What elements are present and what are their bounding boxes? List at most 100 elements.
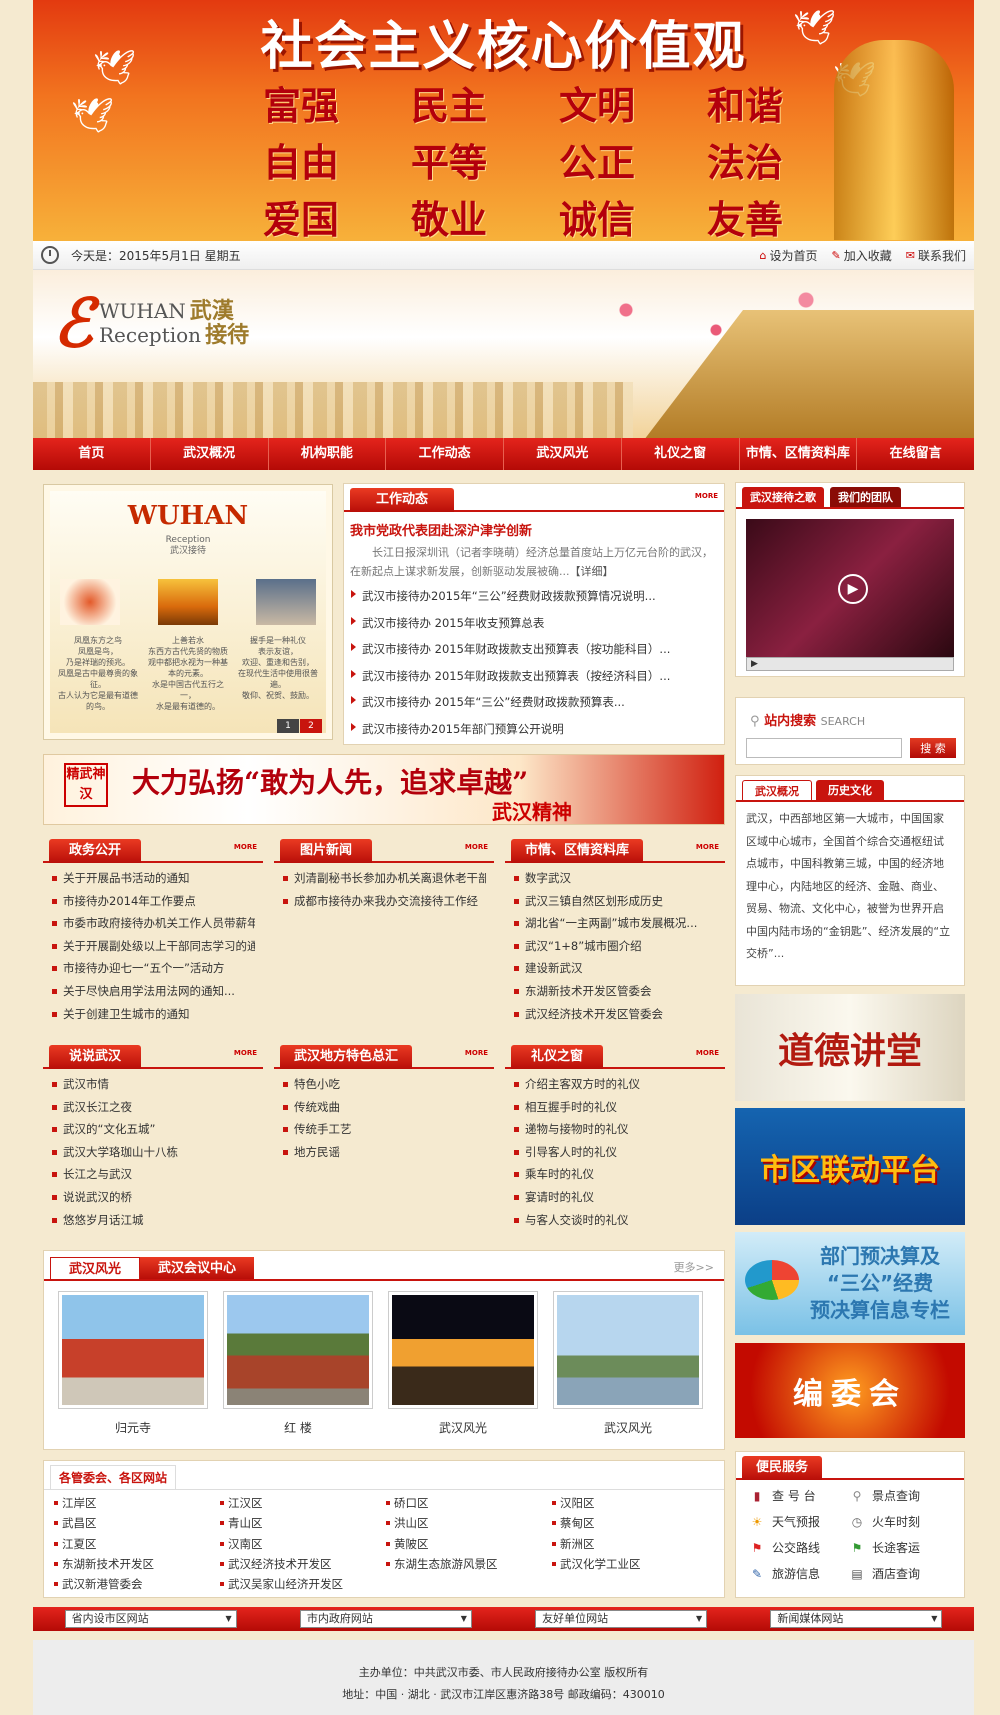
gallery-item[interactable]: 武汉风光 — [388, 1291, 538, 1436]
service-phone[interactable]: ▮ 查 号 台 — [750, 1486, 850, 1506]
slideshow[interactable]: WUHAN Reception 武汉接待 凤凰东方之鸟 凤凰是鸟， 乃是祥瑞的预… — [43, 484, 333, 740]
tab-song[interactable]: 武汉接待之歌 — [742, 487, 824, 507]
district-link[interactable]: 汉南区 — [218, 1534, 384, 1554]
list-item[interactable]: 介绍主客双方时的礼仪 — [513, 1073, 717, 1096]
section-tab[interactable]: 政务公开 — [49, 839, 142, 863]
video-controls[interactable]: ▶ — [746, 657, 954, 671]
service-bus[interactable]: ⚑ 公交路线 — [750, 1538, 850, 1558]
tab-overview[interactable]: 武汉概况 — [742, 780, 812, 800]
service-attraction[interactable]: ⚲ 景点查询 — [850, 1486, 950, 1506]
nav-etiquette[interactable]: 礼仪之窗 — [622, 438, 740, 470]
district-link[interactable]: 东湖新技术开发区 — [52, 1554, 218, 1574]
gallery-item[interactable]: 归元寺 — [58, 1291, 208, 1436]
section-tab[interactable]: 说说武汉 — [49, 1045, 142, 1069]
contact-label[interactable]: 联系我们 — [918, 247, 966, 264]
list-item[interactable]: 武汉的“文化五城” — [51, 1118, 255, 1141]
district-link[interactable]: 新洲区 — [550, 1534, 716, 1554]
more-link[interactable]: MORE — [696, 843, 719, 851]
more-link[interactable]: MORE — [234, 1049, 257, 1057]
district-link[interactable]: 江夏区 — [52, 1534, 218, 1554]
nav-work-news[interactable]: 工作动态 — [386, 438, 504, 470]
list-item[interactable]: 成都市接待办来我办交流接待工作经 — [282, 890, 486, 913]
district-link[interactable]: 青山区 — [218, 1513, 384, 1533]
linkage-platform-ad[interactable]: 市区联动平台 — [735, 1108, 965, 1225]
list-item[interactable]: 武汉经济技术开发区管委会 — [513, 1003, 717, 1026]
list-item[interactable]: 递物与接物时的礼仪 — [513, 1118, 717, 1141]
district-link[interactable]: 江汉区 — [218, 1493, 384, 1513]
search-button[interactable]: 搜 索 — [910, 738, 956, 758]
list-item[interactable]: 武汉市接待办2015年部门预算公开说明 — [350, 716, 718, 743]
list-item[interactable]: 武汉市情 — [51, 1073, 255, 1096]
list-item[interactable]: 市接待办2014年工作要点 — [51, 890, 255, 913]
list-item[interactable]: 市接待办迎七一“五个一”活动方 — [51, 957, 255, 980]
service-travel[interactable]: ✎ 旅游信息 — [750, 1564, 850, 1584]
list-item[interactable]: 相互握手时的礼仪 — [513, 1096, 717, 1119]
tab-scenery[interactable]: 武汉风光 — [50, 1257, 141, 1279]
budget-column-ad[interactable]: 部门预决算及 “三公”经费 预决算信息专栏 — [735, 1232, 965, 1335]
tab-history[interactable]: 历史文化 — [816, 780, 884, 800]
list-item[interactable]: 武汉市接待办 2015年收支预算总表 — [350, 610, 718, 637]
site-logo[interactable]: ℰ WUHAN 武漢 Reception 接待 — [53, 290, 249, 356]
list-item[interactable]: 武汉市接待办2015年“三公”经费财政拨款预算情况说明... — [350, 583, 718, 610]
list-item[interactable]: 传统戏曲 — [282, 1096, 486, 1119]
play-control-icon[interactable]: ▶ — [751, 659, 758, 669]
list-item[interactable]: 市委市政府接待办机关工作人员带薪年 — [51, 912, 255, 935]
gallery-item[interactable]: 红 楼 — [223, 1291, 373, 1436]
set-homepage-label[interactable]: 设为首页 — [770, 247, 818, 264]
nav-database[interactable]: 市情、区情资料库 — [740, 438, 858, 470]
list-item[interactable]: 关于创建卫生城市的通知 — [51, 1003, 255, 1026]
district-link[interactable]: 汉阳区 — [550, 1493, 716, 1513]
list-item[interactable]: 建设新武汉 — [513, 957, 717, 980]
more-link[interactable]: MORE — [695, 492, 718, 500]
list-item[interactable]: 特色小吃 — [282, 1073, 486, 1096]
gallery-item[interactable]: 武汉风光 — [553, 1291, 703, 1436]
tab-conference-center[interactable]: 武汉会议中心 — [140, 1257, 255, 1279]
add-favorite-label[interactable]: 加入收藏 — [844, 247, 892, 264]
more-link[interactable]: MORE — [465, 1049, 488, 1057]
service-train[interactable]: ◷ 火车时刻 — [850, 1512, 950, 1532]
list-item[interactable]: 传统手工艺 — [282, 1118, 486, 1141]
list-item[interactable]: 武汉“1+8”城市圈介绍 — [513, 935, 717, 958]
city-gov-sites-select[interactable]: 市内政府网站 — [299, 1610, 472, 1628]
district-link[interactable]: 蔡甸区 — [550, 1513, 716, 1533]
list-item[interactable]: 武汉长江之夜 — [51, 1096, 255, 1119]
list-item[interactable]: 长江之与武汉 — [51, 1163, 255, 1186]
section-tab[interactable]: 图片新闻 — [280, 839, 373, 863]
district-link[interactable]: 武汉化学工业区 — [550, 1554, 716, 1574]
list-item[interactable]: 引导客人时的礼仪 — [513, 1141, 717, 1164]
service-coach[interactable]: ⚑ 长途客运 — [850, 1538, 950, 1558]
nav-message[interactable]: 在线留言 — [857, 438, 974, 470]
more-link[interactable]: MORE — [465, 843, 488, 851]
district-link[interactable]: 硚口区 — [384, 1493, 550, 1513]
list-item[interactable]: 武汉三镇自然区划形成历史 — [513, 890, 717, 913]
media-sites-select[interactable]: 新闻媒体网站 — [770, 1610, 943, 1628]
province-sites-select[interactable]: 省内设市区网站 — [64, 1610, 237, 1628]
friendly-sites-select[interactable]: 友好单位网站 — [535, 1610, 708, 1628]
moral-lecture-ad[interactable]: 道德讲堂 — [735, 994, 965, 1101]
list-item[interactable]: 武汉市接待办 2015年“三公”经费财政拨款预算表... — [350, 689, 718, 716]
list-item[interactable]: 宴请时的礼仪 — [513, 1186, 717, 1209]
play-icon[interactable]: ▶ — [838, 574, 868, 604]
service-tab[interactable]: 便民服务 — [742, 1456, 823, 1480]
nav-functions[interactable]: 机构职能 — [269, 438, 387, 470]
section-tab[interactable]: 礼仪之窗 — [511, 1045, 604, 1069]
list-item[interactable]: 关于尽快启用学法用法网的通知... — [51, 980, 255, 1003]
set-homepage-link[interactable]: ⌂ 设为首页 — [760, 247, 818, 264]
district-link[interactable]: 武汉吴家山经济开发区 — [218, 1574, 384, 1594]
list-item[interactable]: 东湖新技术开发区管委会 — [513, 980, 717, 1003]
spirit-promo-banner[interactable]: 精武神汉 大力弘扬“敢为人先，追求卓越” 武汉精神 — [43, 754, 725, 825]
section-tab[interactable]: 武汉地方特色总汇 — [280, 1045, 413, 1069]
tab-team[interactable]: 我们的团队 — [830, 487, 901, 507]
nav-home[interactable]: 首页 — [33, 438, 151, 470]
more-link[interactable]: MORE — [234, 843, 257, 851]
pager-2[interactable]: 2 — [300, 719, 322, 733]
list-item[interactable]: 武汉市接待办 2015年财政拨款支出预算表（按功能科目）... — [350, 636, 718, 663]
news-headline[interactable]: 我市党政代表团赴深沪津学创新 — [350, 520, 718, 539]
list-item[interactable]: 悠悠岁月话江城 — [51, 1209, 255, 1232]
list-item[interactable]: 湖北省“一主两副”城市发展概况... — [513, 912, 717, 935]
service-weather[interactable]: ☀ 天气预报 — [750, 1512, 850, 1532]
list-item[interactable]: 与客人交谈时的礼仪 — [513, 1209, 717, 1232]
editorial-board-ad[interactable]: 编委会 — [735, 1343, 965, 1438]
list-item[interactable]: 关于开展品书活动的通知 — [51, 867, 255, 890]
list-item[interactable]: 武汉大学珞珈山十八栋 — [51, 1141, 255, 1164]
